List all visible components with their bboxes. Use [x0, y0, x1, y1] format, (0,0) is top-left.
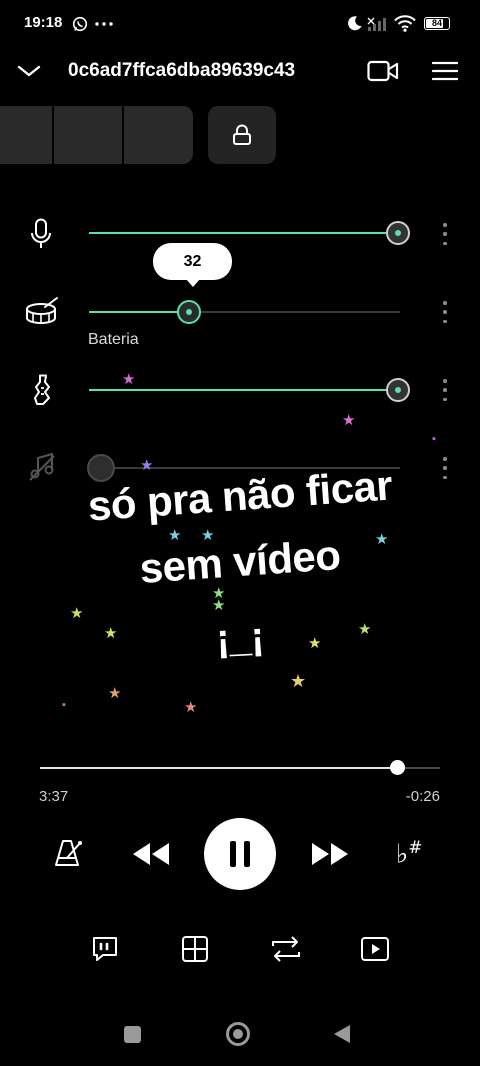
more-notifications-icon — [95, 22, 113, 26]
video-player-icon[interactable] — [360, 935, 390, 963]
drums-value-tooltip: 32 — [153, 243, 232, 287]
elapsed-time: 3:37 — [39, 788, 69, 805]
star-icon: ▪ — [62, 699, 66, 711]
song-title: 0c6ad7ffca6dba89639c43 — [68, 60, 296, 81]
vocals-volume-slider[interactable] — [89, 221, 410, 245]
decorative-stars: ★ ★ ▪ ★ ★ ★ ★ ★ ★ ★ ★ ★ ★ ★ ★ ★ ▪ — [0, 360, 480, 720]
star-icon: ★ — [201, 527, 215, 544]
pause-icon — [226, 841, 254, 867]
progress-thumb[interactable] — [389, 760, 405, 775]
star-icon: ★ — [358, 621, 372, 638]
microphone-icon[interactable] — [30, 218, 52, 250]
star-icon: ★ — [212, 597, 226, 614]
section-tab[interactable] — [54, 106, 122, 164]
drums-track-label: Bateria — [88, 331, 139, 348]
progress-fill — [40, 767, 398, 769]
section-tabs[interactable] — [0, 106, 193, 164]
loop-repeat-icon[interactable] — [270, 934, 302, 964]
star-icon: ▪ — [432, 433, 436, 445]
star-icon: ★ — [122, 371, 136, 388]
section-tab[interactable] — [0, 106, 52, 164]
remaining-time: -0:26 — [405, 788, 440, 805]
collapse-chevron-down-icon[interactable] — [16, 60, 42, 82]
video-camera-icon[interactable] — [367, 60, 399, 82]
nav-back-button[interactable] — [333, 1024, 351, 1044]
star-icon: ★ — [168, 527, 182, 544]
star-icon: ★ — [342, 412, 356, 429]
wifi-icon — [394, 15, 416, 32]
star-icon: ★ — [184, 699, 198, 716]
playback-progress-bar[interactable] — [40, 760, 440, 775]
lyrics-quote-icon[interactable] — [91, 935, 119, 963]
cellular-signal-icon — [367, 16, 387, 32]
slider-fill — [89, 311, 189, 313]
vocals-options-kebab-icon[interactable] — [441, 223, 449, 245]
grid-layout-icon[interactable] — [181, 935, 209, 963]
lock-button[interactable] — [208, 106, 276, 164]
star-icon: ★ — [140, 457, 154, 474]
metronome-icon[interactable] — [54, 838, 84, 868]
key-transpose-flat-sharp-icon[interactable]: ♭# — [396, 838, 423, 870]
section-tab[interactable] — [124, 106, 193, 164]
star-icon: ★ — [290, 671, 307, 691]
nav-recent-apps-button[interactable] — [124, 1026, 141, 1043]
lock-icon — [233, 124, 251, 145]
battery-indicator: 84 — [424, 17, 450, 30]
slider-fill — [89, 232, 400, 234]
pause-button[interactable] — [204, 818, 276, 890]
battery-level: 84 — [431, 18, 442, 28]
star-icon: ★ — [108, 685, 122, 702]
nav-home-button[interactable] — [226, 1022, 250, 1046]
menu-hamburger-icon[interactable] — [432, 61, 458, 81]
star-icon: ★ — [375, 531, 389, 548]
star-icon: ★ — [70, 605, 84, 622]
star-icon: ★ — [308, 635, 322, 652]
slider-thumb[interactable] — [176, 300, 201, 324]
drum-icon[interactable] — [25, 296, 59, 326]
status-time: 19:18 — [24, 14, 63, 31]
rewind-icon[interactable] — [131, 841, 171, 867]
star-icon: ★ — [104, 625, 118, 642]
drums-options-kebab-icon[interactable] — [441, 301, 449, 323]
do-not-disturb-moon-icon — [347, 15, 363, 31]
slider-thumb[interactable] — [386, 221, 410, 245]
drums-volume-slider[interactable] — [89, 300, 400, 324]
whatsapp-notification-icon — [72, 16, 88, 32]
fast-forward-icon[interactable] — [310, 841, 350, 867]
